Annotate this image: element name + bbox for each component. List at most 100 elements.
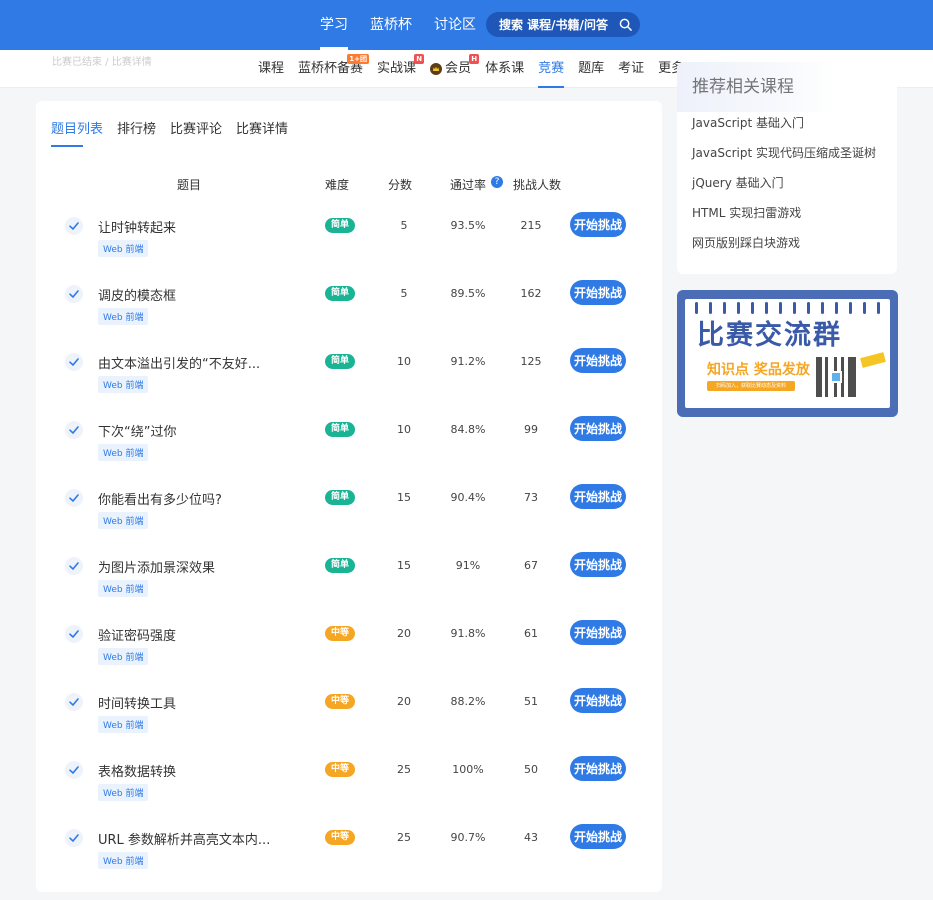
problem-title[interactable]: 验证密码强度	[98, 625, 176, 644]
header-difficulty: 难度	[325, 178, 350, 192]
difficulty-badge: 中等	[325, 762, 355, 777]
group-badge: 1+团	[347, 54, 370, 64]
challengers-cell: 67	[524, 559, 538, 572]
score-cell: 5	[400, 287, 408, 300]
header-challengers: 挑战人数	[513, 178, 562, 192]
qr-code-icon	[816, 357, 856, 397]
subnav-label: 体系课	[485, 61, 525, 76]
category-tag[interactable]: Web 前端	[98, 716, 149, 733]
table-row: 下次“绕”过你 Web 前端 简单 10 84.8% 99 开始挑战	[36, 413, 662, 481]
challengers-cell: 73	[524, 491, 538, 504]
pass-rate-cell: 100%	[452, 763, 484, 776]
help-icon[interactable]: ?	[491, 176, 503, 188]
search-icon[interactable]	[619, 18, 632, 31]
community-banner[interactable]: 比赛交流群 知识点 奖品发放 扫码加入，获取比赛动态及资料	[677, 290, 898, 417]
check-icon	[65, 829, 83, 847]
category-tag[interactable]: Web 前端	[98, 308, 149, 325]
problem-title[interactable]: 你能看出有多少位吗?	[98, 489, 222, 508]
table-row: URL 参数解析并高亮文本内... Web 前端 中等 25 90.7% 43 开始挑战	[36, 821, 662, 889]
problem-title[interactable]: 让时钟转起来	[98, 217, 176, 236]
start-challenge-button[interactable]: 开始挑战	[570, 212, 626, 237]
table-row: 为图片添加景深效果 Web 前端 简单 15 91% 67 开始挑战	[36, 549, 662, 617]
table-row: 调皮的模态框 Web 前端 简单 5 89.5% 162 开始挑战	[36, 277, 662, 345]
pass-rate-cell: 91%	[455, 559, 481, 572]
pass-rate-cell: 90.7%	[450, 831, 486, 844]
score-cell: 15	[397, 559, 411, 572]
header-title: 题目	[177, 178, 202, 192]
problem-list-card: 题目列表 排行榜 比赛评论 比赛详情 题目 难度 分数 通过率 ? 挑战人数 让…	[36, 101, 662, 892]
recommend-card: 推荐相关课程 JavaScript 基础入门 JavaScript 实现代码压缩…	[677, 62, 897, 274]
banner-title: 比赛交流群	[697, 320, 842, 351]
subnav-item-courses[interactable]: 课程	[258, 50, 284, 88]
challengers-cell: 61	[524, 627, 538, 640]
topnav-item-forum[interactable]: 讨论区	[434, 0, 476, 50]
subnav-item-system[interactable]: 体系课	[485, 50, 524, 88]
recommend-item[interactable]: jQuery 基础入门	[692, 174, 784, 191]
recommend-item[interactable]: JavaScript 实现代码压缩成圣诞树	[692, 144, 876, 161]
tab-leaderboard[interactable]: 排行榜	[117, 118, 156, 147]
start-challenge-button[interactable]: 开始挑战	[570, 756, 626, 781]
start-challenge-button[interactable]: 开始挑战	[570, 348, 626, 373]
recommend-item[interactable]: HTML 实现扫雷游戏	[692, 204, 801, 221]
category-tag[interactable]: Web 前端	[98, 580, 149, 597]
subnav-label: 考证	[618, 61, 645, 76]
category-tag[interactable]: Web 前端	[98, 240, 149, 257]
start-challenge-button[interactable]: 开始挑战	[570, 688, 626, 713]
topnav-item-learn[interactable]: 学习	[320, 0, 348, 50]
problem-title[interactable]: 调皮的模态框	[98, 285, 176, 304]
subnav-label: 实战课	[377, 61, 417, 76]
challengers-cell: 51	[524, 695, 538, 708]
start-challenge-button[interactable]: 开始挑战	[570, 484, 626, 509]
recommend-item[interactable]: JavaScript 基础入门	[692, 114, 804, 131]
start-challenge-button[interactable]: 开始挑战	[570, 280, 626, 305]
difficulty-badge: 简单	[325, 354, 355, 369]
pass-rate-cell: 89.5%	[450, 287, 486, 300]
header-score: 分数	[388, 178, 413, 192]
header-pass-rate: 通过率	[450, 178, 487, 192]
category-tag[interactable]: Web 前端	[98, 376, 149, 393]
subnav-item-certificate[interactable]: 考证	[618, 50, 644, 88]
category-tag[interactable]: Web 前端	[98, 648, 149, 665]
breadcrumb[interactable]: 比赛已结束 / 比赛详情	[52, 53, 152, 68]
score-cell: 10	[397, 355, 411, 368]
subnav-item-vip[interactable]: 会员 H	[430, 50, 480, 88]
subnav-item-question-bank[interactable]: 题库	[578, 50, 604, 88]
tab-problem-list[interactable]: 题目列表	[51, 118, 103, 147]
problem-title[interactable]: 由文本溢出引发的“不友好...	[98, 353, 260, 372]
tabs: 题目列表 排行榜 比赛评论 比赛详情	[51, 118, 302, 147]
recommend-item[interactable]: 网页版别踩白块游戏	[692, 234, 800, 251]
category-tag[interactable]: Web 前端	[98, 444, 149, 461]
category-tag[interactable]: Web 前端	[98, 852, 149, 869]
problem-title[interactable]: 表格数据转换	[98, 761, 176, 780]
table-row: 让时钟转起来 Web 前端 简单 5 93.5% 215 开始挑战	[36, 209, 662, 277]
top-nav: 学习 蓝桥杯 讨论区	[320, 0, 498, 50]
tab-comments[interactable]: 比赛评论	[170, 118, 222, 147]
subnav-item-contest[interactable]: 竞赛	[538, 50, 565, 88]
subnav-label: 会员	[445, 61, 472, 76]
problem-title[interactable]: 为图片添加景深效果	[98, 557, 215, 576]
problem-title[interactable]: 时间转换工具	[98, 693, 176, 712]
check-icon	[65, 489, 83, 507]
score-cell: 10	[397, 423, 411, 436]
start-challenge-button[interactable]: 开始挑战	[570, 620, 626, 645]
category-tag[interactable]: Web 前端	[98, 784, 149, 801]
start-challenge-button[interactable]: 开始挑战	[570, 824, 626, 849]
subnav-item-practice[interactable]: 实战课 N	[377, 50, 425, 88]
score-cell: 15	[397, 491, 411, 504]
challengers-cell: 43	[524, 831, 538, 844]
pass-rate-cell: 91.2%	[450, 355, 486, 368]
subnav-item-lanqiao-prep[interactable]: 蓝桥杯备赛 1+团	[298, 50, 370, 88]
hot-badge: H	[469, 54, 480, 64]
tab-details[interactable]: 比赛详情	[236, 118, 288, 147]
score-cell: 25	[397, 831, 411, 844]
check-icon	[65, 285, 83, 303]
search-input[interactable]	[499, 17, 617, 32]
problem-title[interactable]: URL 参数解析并高亮文本内...	[98, 829, 270, 848]
score-cell: 5	[400, 219, 408, 232]
check-icon	[65, 557, 83, 575]
start-challenge-button[interactable]: 开始挑战	[570, 416, 626, 441]
problem-title[interactable]: 下次“绕”过你	[98, 421, 176, 440]
category-tag[interactable]: Web 前端	[98, 512, 149, 529]
start-challenge-button[interactable]: 开始挑战	[570, 552, 626, 577]
topnav-item-lanqiao[interactable]: 蓝桥杯	[370, 0, 412, 50]
